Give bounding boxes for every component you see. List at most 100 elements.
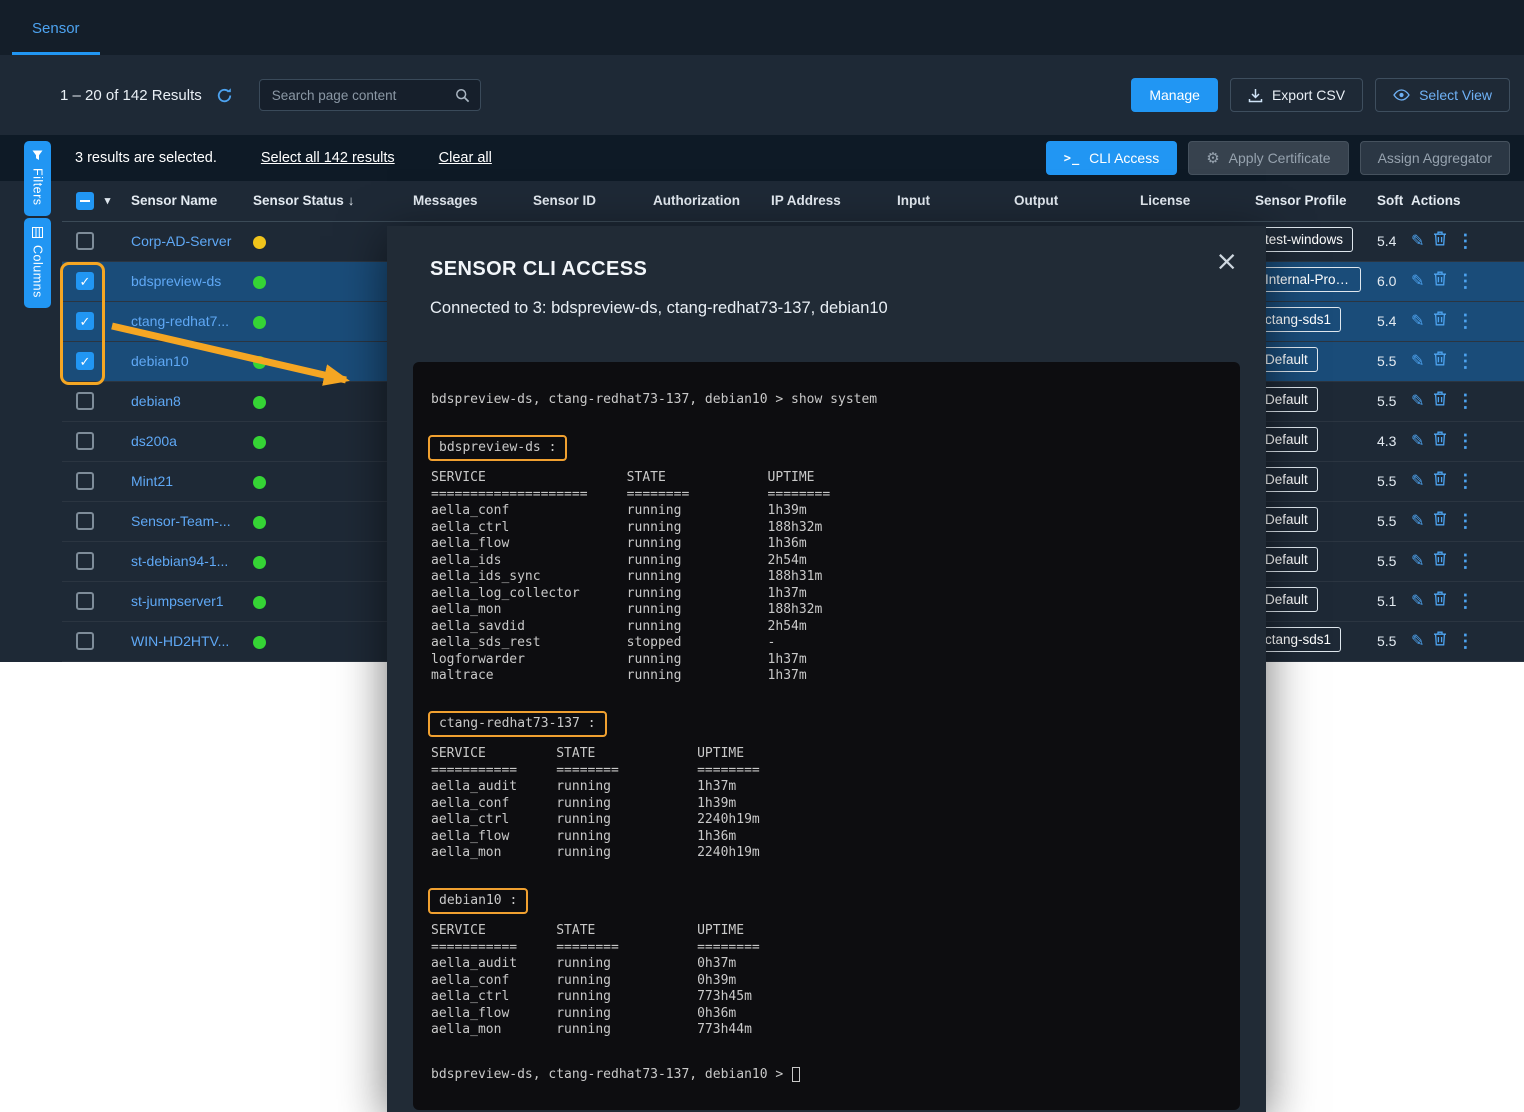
tab-sensor[interactable]: Sensor — [12, 20, 100, 55]
software-version: 6.0 — [1369, 261, 1403, 301]
select-all-link[interactable]: Select all 142 results — [261, 150, 395, 166]
more-actions-icon[interactable]: ⋮ — [1456, 551, 1474, 572]
sensor-profile-chip: Internal-Profile — [1255, 267, 1361, 292]
more-actions-icon[interactable]: ⋮ — [1456, 311, 1474, 332]
terminal-prompt-line: bdspreview-ds, ctang-redhat73-137, debia… — [431, 1067, 1222, 1084]
more-actions-icon[interactable]: ⋮ — [1456, 431, 1474, 452]
col-sensor-profile[interactable]: Sensor Profile — [1247, 181, 1369, 221]
delete-icon[interactable] — [1433, 551, 1447, 571]
edit-icon[interactable]: ✎ — [1411, 271, 1424, 291]
row-checkbox[interactable] — [76, 232, 94, 250]
delete-icon[interactable] — [1433, 351, 1447, 371]
edit-icon[interactable]: ✎ — [1411, 631, 1424, 651]
sensor-name-link[interactable]: Mint21 — [131, 473, 173, 489]
more-actions-icon[interactable]: ⋮ — [1456, 511, 1474, 532]
edit-icon[interactable]: ✎ — [1411, 551, 1424, 571]
delete-icon[interactable] — [1433, 511, 1447, 531]
delete-icon[interactable] — [1433, 471, 1447, 491]
terminal-service-table: SERVICE STATE UPTIME ===================… — [431, 470, 1222, 685]
col-input[interactable]: Input — [889, 181, 1006, 221]
row-checkbox[interactable] — [76, 512, 94, 530]
edit-icon[interactable]: ✎ — [1411, 231, 1424, 251]
sensor-name-link[interactable]: Sensor-Team-... — [131, 513, 231, 529]
col-output[interactable]: Output — [1006, 181, 1132, 221]
columns-tab[interactable]: Columns — [24, 218, 51, 308]
terminal-cursor — [792, 1067, 800, 1082]
cli-access-button[interactable]: >_ CLI Access — [1046, 141, 1177, 175]
close-icon[interactable]: × — [1215, 248, 1238, 275]
gear-icon: ⚙ — [1206, 151, 1219, 166]
more-actions-icon[interactable]: ⋮ — [1456, 471, 1474, 492]
select-view-button[interactable]: Select View — [1375, 78, 1510, 112]
delete-icon[interactable] — [1433, 231, 1447, 251]
more-actions-icon[interactable]: ⋮ — [1456, 591, 1474, 612]
more-actions-icon[interactable]: ⋮ — [1456, 351, 1474, 372]
sensor-name-link[interactable]: WIN-HD2HTV... — [131, 633, 229, 649]
status-dot — [253, 556, 266, 569]
more-actions-icon[interactable]: ⋮ — [1456, 271, 1474, 292]
columns-grid-icon — [32, 227, 43, 238]
select-dropdown-caret[interactable]: ▾ — [105, 195, 111, 207]
edit-icon[interactable]: ✎ — [1411, 591, 1424, 611]
delete-icon[interactable] — [1433, 311, 1447, 331]
delete-icon[interactable] — [1433, 431, 1447, 451]
sensor-name-link[interactable]: ctang-redhat7... — [131, 313, 229, 329]
edit-icon[interactable]: ✎ — [1411, 511, 1424, 531]
col-sensor-status[interactable]: Sensor Status↓ — [245, 181, 405, 221]
search-input[interactable] — [270, 87, 455, 104]
row-checkbox[interactable]: ✓ — [76, 352, 94, 370]
modal-subtitle: Connected to 3: bdspreview-ds, ctang-red… — [430, 299, 1266, 318]
row-checkbox[interactable] — [76, 392, 94, 410]
delete-icon[interactable] — [1433, 631, 1447, 651]
col-license[interactable]: License — [1132, 181, 1247, 221]
row-checkbox[interactable] — [76, 592, 94, 610]
results-count: 1 – 20 of 142 Results — [60, 87, 202, 104]
row-checkbox[interactable] — [76, 632, 94, 650]
row-checkbox[interactable] — [76, 432, 94, 450]
more-actions-icon[interactable]: ⋮ — [1456, 391, 1474, 412]
software-version: 5.5 — [1369, 621, 1403, 661]
edit-icon[interactable]: ✎ — [1411, 391, 1424, 411]
select-all-checkbox[interactable] — [76, 192, 94, 210]
edit-icon[interactable]: ✎ — [1411, 351, 1424, 371]
col-messages[interactable]: Messages — [405, 181, 525, 221]
sensor-name-link[interactable]: debian8 — [131, 393, 181, 409]
sensor-name-link[interactable]: debian10 — [131, 353, 189, 369]
sensor-name-link[interactable]: Corp-AD-Server — [131, 233, 231, 249]
col-sensor-id[interactable]: Sensor ID — [525, 181, 645, 221]
export-csv-button[interactable]: Export CSV — [1230, 78, 1363, 112]
sensor-name-link[interactable]: st-jumpserver1 — [131, 593, 224, 609]
software-version: 5.4 — [1369, 301, 1403, 341]
col-authorization[interactable]: Authorization — [645, 181, 763, 221]
more-actions-icon[interactable]: ⋮ — [1456, 231, 1474, 252]
filters-tab[interactable]: Filters — [24, 141, 51, 216]
delete-icon[interactable] — [1433, 391, 1447, 411]
delete-icon[interactable] — [1433, 591, 1447, 611]
refresh-icon[interactable] — [216, 87, 233, 104]
edit-icon[interactable]: ✎ — [1411, 471, 1424, 491]
col-sensor-name[interactable]: Sensor Name — [123, 181, 245, 221]
row-checkbox[interactable]: ✓ — [76, 312, 94, 330]
software-version: 5.5 — [1369, 341, 1403, 381]
manage-button[interactable]: Manage — [1131, 78, 1218, 112]
row-checkbox[interactable]: ✓ — [76, 272, 94, 290]
row-checkbox[interactable] — [76, 552, 94, 570]
edit-icon[interactable]: ✎ — [1411, 431, 1424, 451]
sensor-name-link[interactable]: ds200a — [131, 433, 177, 449]
edit-icon[interactable]: ✎ — [1411, 311, 1424, 331]
more-actions-icon[interactable]: ⋮ — [1456, 631, 1474, 652]
row-checkbox[interactable] — [76, 472, 94, 490]
col-ip-address[interactable]: IP Address — [763, 181, 889, 221]
sensor-page: Sensor 1 – 20 of 142 Results Manage — [0, 0, 1524, 1112]
software-version: 5.4 — [1369, 221, 1403, 261]
delete-icon[interactable] — [1433, 271, 1447, 291]
clear-all-link[interactable]: Clear all — [439, 150, 492, 166]
col-software[interactable]: Soft — [1369, 181, 1403, 221]
download-icon — [1248, 88, 1263, 103]
terminal[interactable]: bdspreview-ds, ctang-redhat73-137, debia… — [413, 362, 1240, 1110]
status-dot — [253, 516, 266, 529]
sensor-name-link[interactable]: bdspreview-ds — [131, 273, 221, 289]
sensor-name-link[interactable]: st-debian94-1... — [131, 553, 228, 569]
status-dot — [253, 436, 266, 449]
table-header-row: ▾ Sensor Name Sensor Status↓ Messages Se… — [62, 181, 1524, 221]
